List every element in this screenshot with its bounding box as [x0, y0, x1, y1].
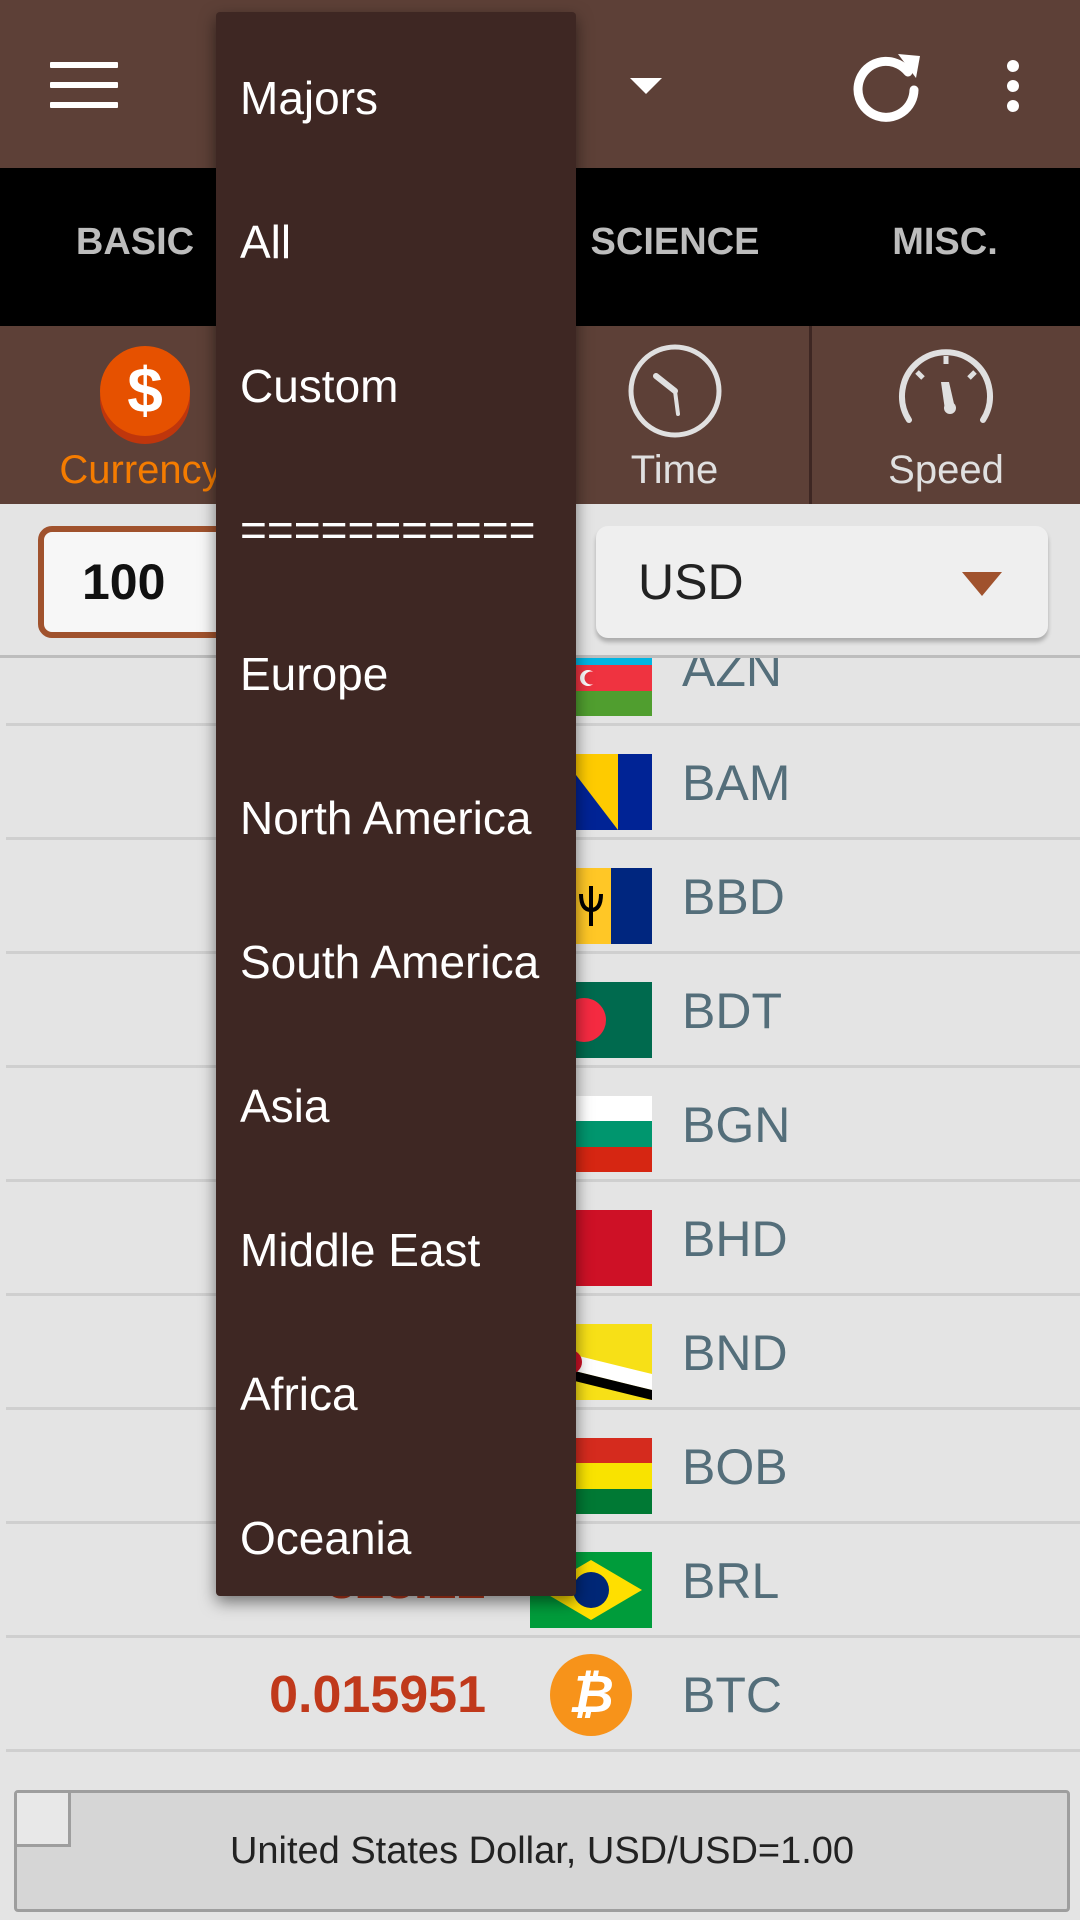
- speedometer-icon: [899, 349, 993, 423]
- bitcoin-icon: ₿: [550, 1654, 632, 1736]
- footer-text: United States Dollar, USD/USD=1.00: [229, 1830, 855, 1872]
- tab-basic[interactable]: BASIC: [50, 168, 220, 326]
- dropdown-item-north-america[interactable]: North America: [216, 746, 576, 890]
- unit-select[interactable]: USD: [596, 526, 1048, 638]
- unit-label: Time: [630, 448, 719, 492]
- tab-science[interactable]: SCIENCE: [580, 168, 770, 326]
- dropdown-item-asia[interactable]: Asia: [216, 1034, 576, 1178]
- unit-select-value: USD: [638, 554, 744, 610]
- unit-speed[interactable]: Speed: [812, 326, 1080, 504]
- caret-down-icon: [962, 572, 1002, 596]
- dropdown-item-custom[interactable]: Custom: [216, 314, 576, 458]
- dropdown-item-south-america[interactable]: South America: [216, 890, 576, 1034]
- dropdown-item-middle-east[interactable]: Middle East: [216, 1178, 576, 1322]
- dropdown-item-africa[interactable]: Africa: [216, 1322, 576, 1466]
- currency-code: BGN: [682, 1097, 791, 1153]
- category-dropdown-menu: Majors All Custom =========== Europe Nor…: [216, 12, 576, 1596]
- unit-time[interactable]: Time: [540, 326, 812, 504]
- dropdown-item-europe[interactable]: Europe: [216, 602, 576, 746]
- currency-code: BTC: [682, 1667, 782, 1723]
- caret-down-icon[interactable]: [630, 78, 662, 94]
- currency-code: AZN: [682, 658, 782, 697]
- refresh-icon[interactable]: [850, 50, 924, 124]
- more-vert-icon[interactable]: [1004, 60, 1022, 112]
- dropdown-item-majors[interactable]: Majors: [216, 26, 576, 170]
- currency-code: BOB: [682, 1439, 788, 1495]
- dropdown-item-all[interactable]: All: [216, 170, 576, 314]
- clock-icon: [628, 344, 721, 438]
- list-item[interactable]: 0.015951 ₿ BTC: [6, 1638, 1080, 1752]
- currency-code: BND: [682, 1325, 788, 1381]
- conversion-footer[interactable]: United States Dollar, USD/USD=1.00: [14, 1790, 1070, 1912]
- currency-code: BAM: [682, 755, 791, 811]
- unit-label: Speed: [888, 448, 1004, 492]
- tab-misc[interactable]: MISC.: [870, 168, 1020, 326]
- currency-code: BDT: [682, 983, 782, 1039]
- dropdown-item-oceania[interactable]: Oceania: [216, 1466, 576, 1610]
- currency-code: BRL: [682, 1553, 780, 1609]
- dropdown-separator: ===========: [240, 504, 536, 556]
- hamburger-menu-icon[interactable]: [50, 62, 118, 108]
- currency-code: BBD: [682, 869, 785, 925]
- dollar-coin-icon: $: [100, 346, 190, 436]
- currency-code: BHD: [682, 1211, 788, 1267]
